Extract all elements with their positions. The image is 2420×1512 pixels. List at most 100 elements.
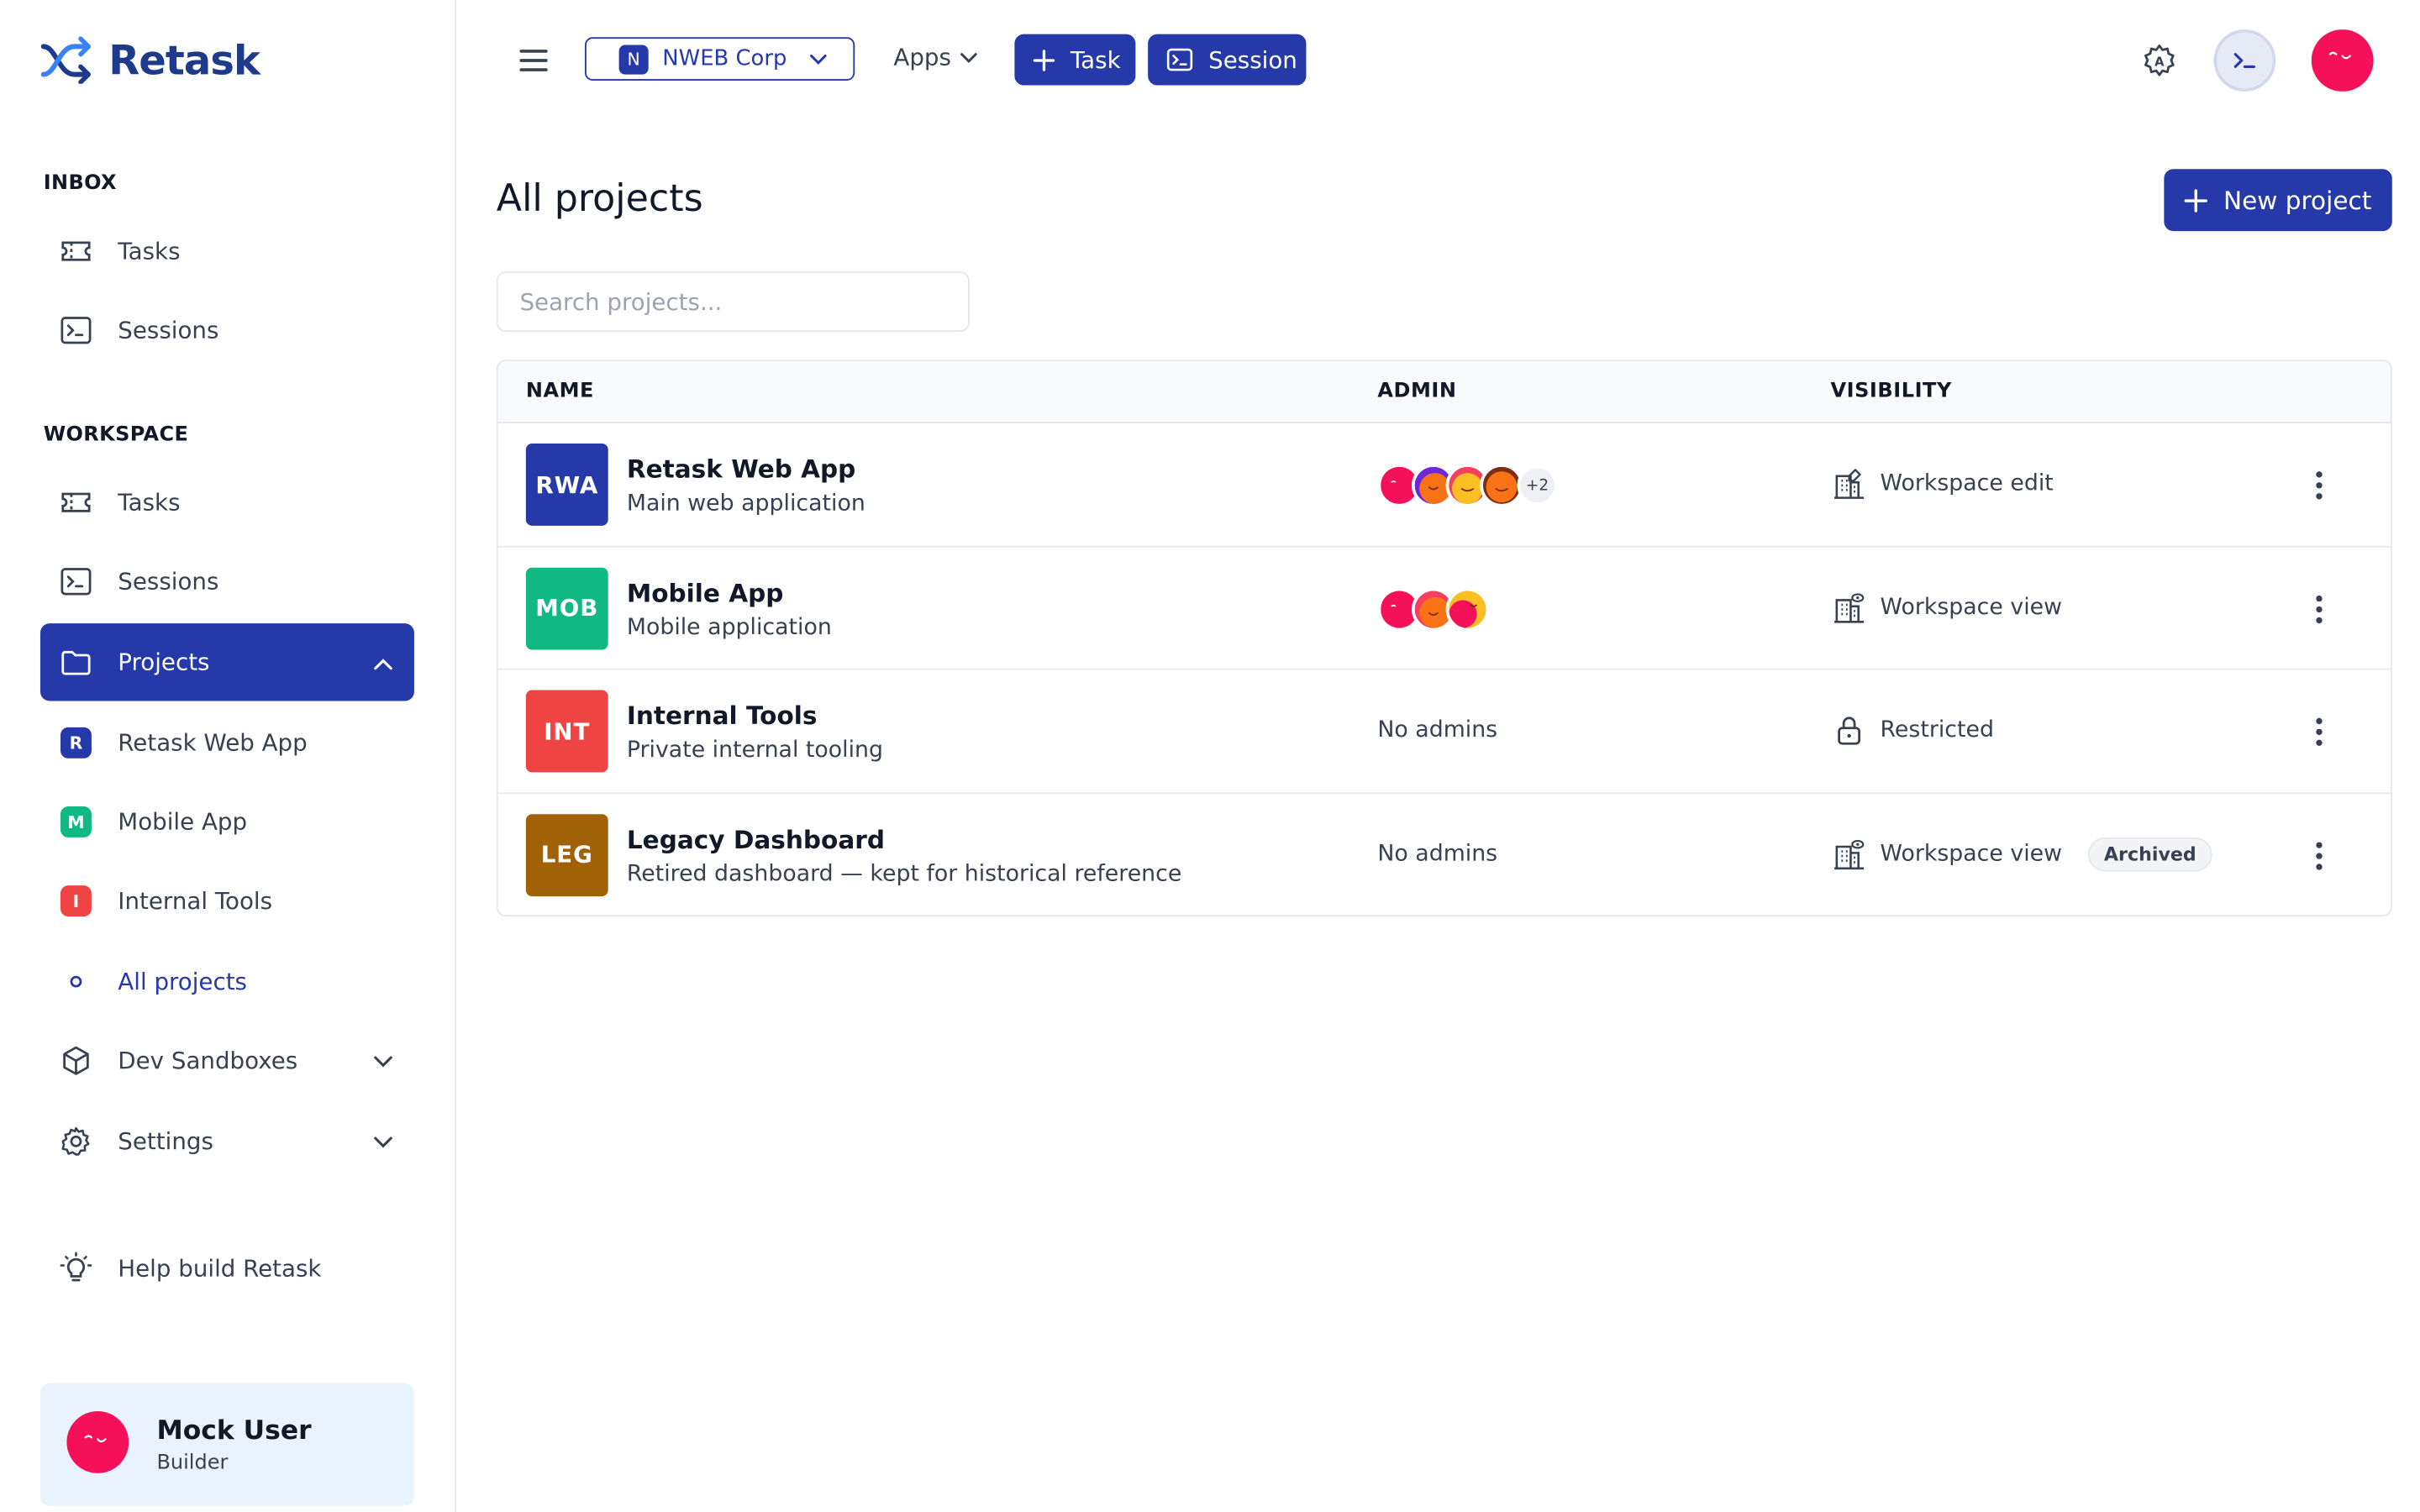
- sidebar-item-label: Tasks: [118, 488, 181, 517]
- sidebar-item-dev-sandboxes[interactable]: Dev Sandboxes: [40, 1026, 414, 1095]
- admin-settings-icon[interactable]: A: [2141, 42, 2178, 79]
- sidebar-item-workspace-tasks[interactable]: Tasks: [40, 469, 414, 537]
- user-card[interactable]: Mock User Builder: [40, 1383, 414, 1506]
- chevron-down-icon: [374, 1127, 392, 1155]
- apps-menu[interactable]: Apps: [893, 44, 977, 71]
- project-description: Mobile application: [626, 615, 832, 640]
- project-badge: I: [60, 885, 92, 917]
- sidebar-item-all-projects[interactable]: All projects: [40, 948, 414, 1016]
- sidebar-item-workspace-sessions[interactable]: Sessions: [40, 548, 414, 616]
- table-row[interactable]: LEG Legacy Dashboard Retired dashboard —…: [498, 793, 2391, 915]
- building-view-icon: [1832, 837, 1866, 871]
- session-label: Session: [1208, 45, 1297, 74]
- project-description: Main web application: [626, 491, 865, 517]
- row-actions-kebab-icon[interactable]: [2307, 467, 2332, 504]
- project-description: Private internal tooling: [626, 738, 884, 764]
- admin-avatars[interactable]: +2: [1377, 464, 1558, 507]
- sidebar-item-label: Sessions: [118, 316, 219, 344]
- project-badge: LEG: [525, 813, 608, 896]
- avatar: [1445, 586, 1490, 631]
- column-header-visibility[interactable]: VISIBILITY: [1830, 380, 1951, 403]
- visibility: Workspace view Archived: [1832, 837, 2212, 871]
- sidebar-item-inbox-tasks[interactable]: Tasks: [40, 217, 414, 285]
- sidebar-item-settings[interactable]: Settings: [40, 1107, 414, 1175]
- user-role: Builder: [156, 1451, 229, 1474]
- table-row[interactable]: INT Internal Tools Private internal tool…: [497, 670, 2391, 794]
- building-edit-icon: [1832, 467, 1866, 501]
- sidebar-item-label: Internal Tools: [118, 887, 273, 916]
- sidebar-item-label: All projects: [118, 968, 248, 996]
- more-admins-count[interactable]: +2: [1517, 465, 1558, 506]
- new-task-button[interactable]: Task: [1014, 34, 1136, 86]
- project-name[interactable]: Retask Web App: [627, 454, 855, 484]
- avatar: [66, 1410, 129, 1478]
- terminal-icon: [59, 313, 93, 348]
- new-project-button[interactable]: New project: [2164, 169, 2392, 232]
- table-row[interactable]: MOB Mobile App Mobile application Worksp…: [497, 547, 2391, 670]
- project-name[interactable]: Mobile App: [627, 578, 784, 607]
- new-session-button[interactable]: Session: [1148, 34, 1307, 86]
- archived-badge: Archived: [2088, 837, 2212, 871]
- row-actions-kebab-icon[interactable]: [2307, 590, 2332, 627]
- row-actions-kebab-icon[interactable]: [2307, 713, 2332, 750]
- sidebar-item-label: Dev Sandboxes: [118, 1047, 298, 1075]
- project-name[interactable]: Internal Tools: [627, 701, 818, 730]
- table-header: NAME ADMIN VISIBILITY: [497, 361, 2391, 424]
- new-project-label: New project: [2223, 185, 2372, 215]
- sidebar-item-project-internal-tools[interactable]: I Internal Tools: [40, 867, 414, 935]
- sidebar-item-help[interactable]: Help build Retask: [40, 1235, 414, 1303]
- sidebar-item-inbox-sessions[interactable]: Sessions: [40, 297, 414, 365]
- no-admins-text: No admins: [1377, 717, 1498, 743]
- terminal-prompt-icon: [2233, 51, 2258, 70]
- terminal-button[interactable]: [2213, 29, 2276, 92]
- sidebar-item-label: Sessions: [118, 567, 219, 596]
- project-description: Retired dashboard — kept for historical …: [626, 861, 1182, 887]
- task-label: Task: [1070, 45, 1121, 74]
- chevron-down-icon: [810, 54, 828, 65]
- hamburger-menu-icon[interactable]: [515, 42, 552, 79]
- app-logo[interactable]: Retask: [40, 34, 260, 90]
- row-actions-kebab-icon[interactable]: [2307, 837, 2332, 874]
- sidebar-item-label: Settings: [118, 1127, 213, 1156]
- table-row[interactable]: RWA Retask Web App Main web application …: [497, 423, 2391, 547]
- search-projects-input[interactable]: [496, 271, 970, 333]
- lock-icon: [1832, 713, 1866, 748]
- sidebar-item-project-retask-web-app[interactable]: R Retask Web App: [40, 709, 414, 777]
- org-name: NWEB Corp: [662, 46, 787, 71]
- visibility-label: Workspace edit: [1880, 471, 2054, 496]
- column-header-admin[interactable]: ADMIN: [1377, 380, 1456, 403]
- sidebar-item-label: Mobile App: [118, 807, 248, 837]
- building-view-icon: [1832, 590, 1866, 624]
- workspace-section-label: WORKSPACE: [43, 423, 189, 447]
- lightbulb-icon: [59, 1252, 93, 1286]
- visibility-label: Restricted: [1880, 717, 1994, 743]
- plus-icon: [2185, 188, 2208, 212]
- apps-label: Apps: [893, 43, 951, 71]
- top-bar: N NWEB Corp Apps Task Session A: [456, 0, 2420, 121]
- visibility: Workspace view: [1832, 590, 2062, 624]
- project-badge: RWA: [525, 444, 608, 526]
- sidebar-item-label: Tasks: [118, 237, 181, 265]
- user-name: Mock User: [156, 1415, 312, 1446]
- logo-text: Retask: [108, 39, 260, 86]
- circle-dot-icon: [59, 964, 93, 999]
- admin-avatars[interactable]: [1377, 586, 1490, 631]
- project-name[interactable]: Legacy Dashboard: [627, 824, 885, 853]
- sidebar-item-projects[interactable]: Projects: [40, 623, 414, 701]
- chevron-up-icon: [374, 648, 392, 676]
- sidebar-item-project-mobile-app[interactable]: M Mobile App: [40, 788, 414, 856]
- project-badge: MOB: [525, 566, 608, 649]
- chevron-down-icon: [960, 52, 977, 63]
- org-selector[interactable]: N NWEB Corp: [585, 37, 855, 81]
- terminal-icon: [59, 564, 93, 599]
- visibility-label: Workspace view: [1880, 595, 2063, 620]
- sidebar: Retask INBOX Tasks Sessions WORKSPACE Ta…: [0, 0, 456, 1512]
- svg-text:A: A: [2154, 55, 2165, 69]
- visibility-label: Workspace view: [1880, 841, 2063, 867]
- sidebar-item-label: Projects: [118, 648, 210, 676]
- user-avatar[interactable]: [2311, 29, 2374, 92]
- column-header-name[interactable]: NAME: [526, 380, 594, 403]
- ticket-icon: [59, 234, 93, 269]
- projects-table: NAME ADMIN VISIBILITY RWA Retask Web App…: [496, 360, 2392, 917]
- sidebar-item-label: Help build Retask: [118, 1254, 322, 1283]
